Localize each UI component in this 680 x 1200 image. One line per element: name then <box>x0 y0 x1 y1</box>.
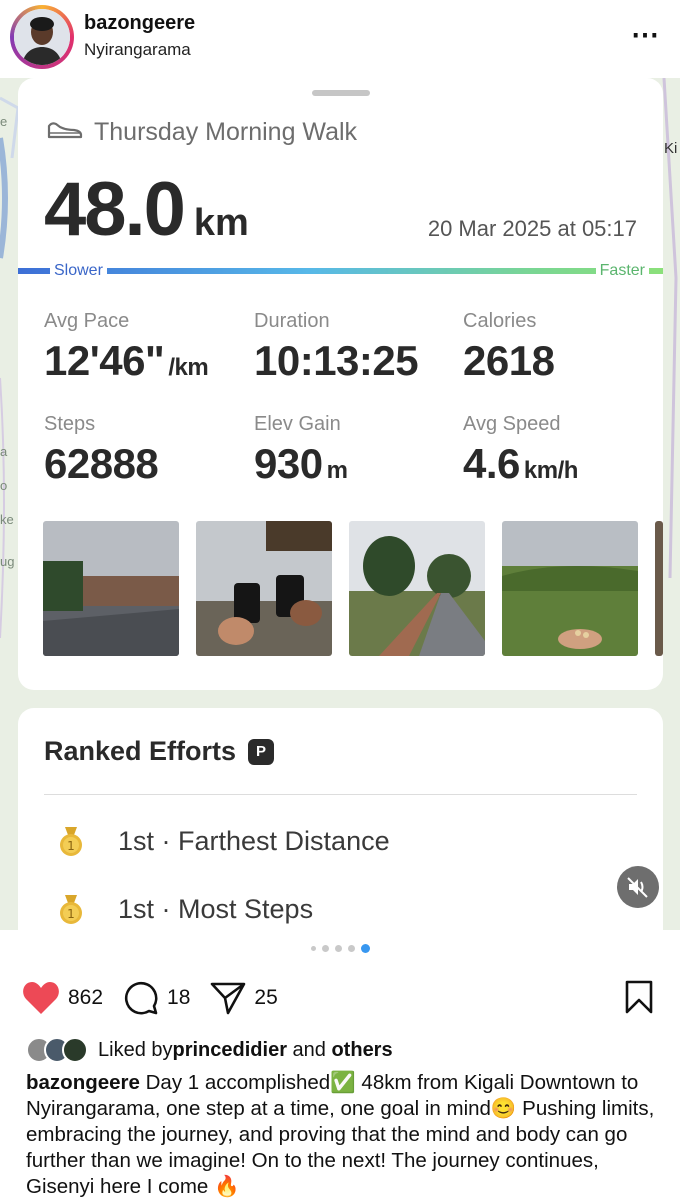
post-caption: bazongeere Day 1 accomplished✅ 48km from… <box>26 1070 656 1200</box>
map-label: ug <box>0 554 15 569</box>
stat-calories: Calories 2618 <box>463 310 555 385</box>
liked-by-and: and <box>286 1038 332 1061</box>
post-actions: 862 18 25 <box>22 978 298 1018</box>
stat-label: Elev Gain <box>254 413 341 435</box>
share-button[interactable]: 25 <box>210 981 278 1015</box>
post-location[interactable]: Nyirangarama <box>84 40 191 60</box>
like-count[interactable]: 862 <box>68 986 103 1010</box>
speed-gradient-bar <box>18 268 663 274</box>
map-label: o <box>0 478 8 493</box>
speed-low-label: Slower <box>50 262 107 280</box>
sheet-grabber[interactable] <box>312 90 370 96</box>
stat-label: Calories <box>463 310 537 332</box>
stat-label: Avg Pace <box>44 310 130 332</box>
more-options-icon[interactable]: ⋯ <box>631 18 660 51</box>
like-button[interactable]: 862 <box>22 981 103 1015</box>
stat-value: 4.6 km/h <box>463 440 578 487</box>
caption-username[interactable]: bazongeere <box>26 1071 140 1094</box>
carousel-indicator <box>0 944 680 953</box>
activity-photo[interactable] <box>655 521 663 656</box>
map-label: e <box>0 114 8 129</box>
stat-value: 10:13:25 <box>254 337 419 384</box>
activity-card: Thursday Morning Walk 48.0 km 20 Mar 2025… <box>18 78 663 690</box>
liked-by-row[interactable]: Liked by princedidier and others <box>26 1037 393 1063</box>
stat-value: 2618 <box>463 337 555 384</box>
carousel-dot <box>334 945 342 952</box>
ranked-efforts-card: Ranked Efforts P 1 1st · Farthest Distan… <box>18 708 663 930</box>
speaker-muted-icon <box>627 877 648 898</box>
map-label: Ki <box>664 140 678 157</box>
ranked-effort-item[interactable]: 1 1st · Farthest Distance <box>58 826 390 857</box>
comment-count: 18 <box>167 986 191 1009</box>
profile-avatar[interactable] <box>10 5 74 69</box>
effort-label: 1st · Farthest Distance <box>118 826 390 856</box>
stat-label: Avg Speed <box>463 413 561 435</box>
stat-value: 930 m <box>254 440 348 487</box>
svg-text:1: 1 <box>67 839 75 853</box>
gold-medal-icon: 1 <box>58 826 84 857</box>
send-icon <box>211 982 246 1015</box>
effort-label: 1st · Most Steps <box>118 894 314 924</box>
distance-display: 48.0 km <box>44 166 249 253</box>
stat-label: Duration <box>254 310 330 332</box>
activity-photo[interactable] <box>349 521 485 656</box>
map-label: a <box>0 444 8 459</box>
carousel-dot <box>347 945 355 952</box>
stat-value: 62888 <box>44 440 159 487</box>
save-button[interactable] <box>624 980 654 1019</box>
post-username[interactable]: bazongeere <box>84 12 195 35</box>
carousel-dot-active <box>360 944 370 953</box>
ranked-effort-item[interactable]: 1 1st · Most Steps <box>58 894 313 925</box>
activity-title: Thursday Morning Walk <box>46 118 357 147</box>
activity-photo[interactable] <box>502 521 638 656</box>
activity-datetime: 20 Mar 2025 at 05:17 <box>427 216 637 241</box>
stat-elev-gain: Elev Gain 930 m <box>254 413 348 488</box>
carousel-dot <box>310 946 316 951</box>
stat-steps: Steps 62888 <box>44 413 159 488</box>
gold-medal-icon: 1 <box>58 894 84 925</box>
comment-button[interactable]: 18 <box>123 980 190 1016</box>
liked-by-others[interactable]: others <box>331 1039 392 1062</box>
stat-duration: Duration 10:13:25 <box>254 310 419 385</box>
bookmark-icon <box>625 980 653 1014</box>
post-header: bazongeere Nyirangarama ⋯ <box>0 0 680 78</box>
mute-button[interactable] <box>617 866 659 908</box>
speed-high-label: Faster <box>595 262 649 280</box>
distance-value: 48.0 <box>44 167 186 252</box>
map-label: ke <box>0 512 14 527</box>
carousel-dot <box>321 945 329 952</box>
distance-unit: km <box>193 202 249 244</box>
share-count: 25 <box>254 986 278 1009</box>
comment-icon <box>124 981 158 1015</box>
heart-icon <box>23 982 59 1014</box>
activity-photo[interactable] <box>196 521 332 656</box>
stat-avg-pace: Avg Pace 12'46"/km <box>44 310 209 385</box>
liked-by-user[interactable]: princedidier <box>173 1039 287 1062</box>
ranked-efforts-title: Ranked Efforts P <box>44 736 275 767</box>
activity-title-text: Thursday Morning Walk <box>94 118 358 146</box>
svg-text:1: 1 <box>67 907 75 921</box>
stat-value: 12'46"/km <box>44 337 209 384</box>
personal-record-icon: P <box>248 738 275 765</box>
liker-avatars <box>26 1037 88 1063</box>
divider <box>44 794 637 795</box>
post-media[interactable]: Ki e ke ug o a Thursday Morning Walk 48.… <box>0 78 680 930</box>
stat-label: Steps <box>44 413 96 435</box>
stat-avg-speed: Avg Speed 4.6 km/h <box>463 413 578 488</box>
activity-photo[interactable] <box>43 521 179 656</box>
shoe-icon <box>46 118 84 147</box>
liked-by-prefix: Liked by <box>98 1038 173 1061</box>
avatar <box>62 1037 88 1063</box>
